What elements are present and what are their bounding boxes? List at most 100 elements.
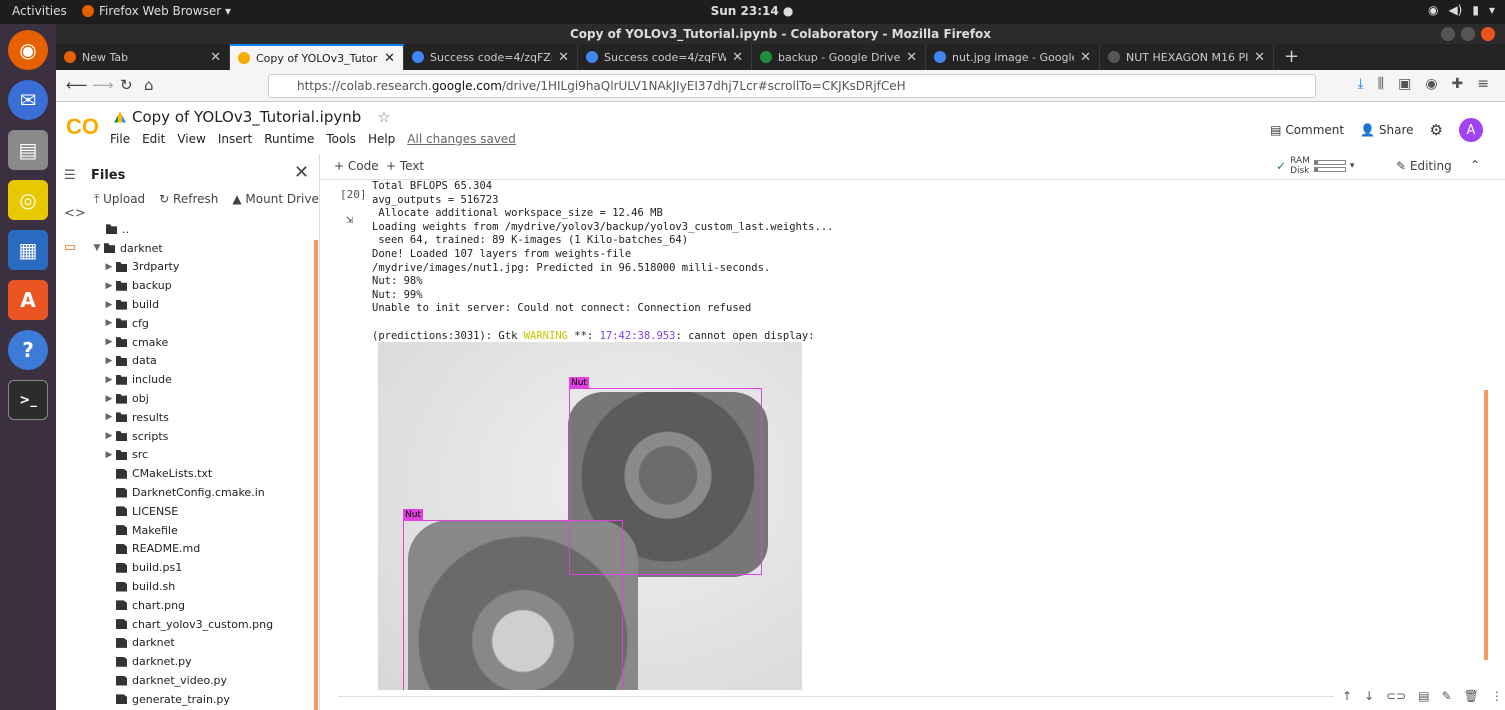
tab-nut-hexagon[interactable]: NUT HEXAGON M16 PITC✕ [1100,44,1274,70]
menu-icon[interactable]: ≡ [1477,76,1489,92]
folder-results[interactable]: ▶ results [86,408,316,427]
folder-darknet[interactable]: ▼ darknet [86,239,316,258]
upload-button[interactable]: ⤒ Upload [94,192,145,207]
add-text-button[interactable]: + Text [386,159,424,173]
extensions-icon[interactable]: ✚ [1452,76,1464,92]
software-dock-icon[interactable]: A [8,280,48,320]
writer-dock-icon[interactable]: ▦ [8,230,48,270]
close-tab-icon[interactable]: ✕ [1254,50,1265,65]
file-item[interactable]: DarknetConfig.cmake.in [86,483,316,502]
editing-mode-button[interactable]: ✎ Editing [1396,159,1452,173]
caret-right-icon[interactable]: ▶ [102,337,116,347]
menu-tools[interactable]: Tools [326,132,356,146]
move-up-icon[interactable]: ↑ [1342,689,1352,703]
folder-src[interactable]: ▶ src [86,446,316,465]
caret-right-icon[interactable]: ▶ [102,356,116,366]
file-item[interactable]: chart.png [86,596,316,615]
caret-right-icon[interactable]: ▶ [102,300,116,310]
folder-3rdparty[interactable]: ▶ 3rdparty [86,258,316,277]
close-window-button[interactable] [1481,27,1495,41]
avatar[interactable]: A [1459,118,1483,142]
close-tab-icon[interactable]: ✕ [558,50,569,65]
caret-right-icon[interactable]: ▶ [102,262,116,272]
notebook-title[interactable]: Copy of YOLOv3_Tutorial.ipynb ☆ [114,108,391,126]
resource-monitor[interactable]: ✓ RAM Disk ▾ [1276,156,1354,176]
notebook-scrollbar[interactable] [1484,390,1488,660]
file-item[interactable]: CMakeLists.txt [86,464,316,483]
files-dock-icon[interactable]: ▤ [8,130,48,170]
sidebar-icon[interactable]: ▣ [1398,76,1411,92]
menu-insert[interactable]: Insert [218,132,252,146]
download-icon[interactable]: ⤓ [1357,76,1363,92]
tab-new-tab[interactable]: New Tab ✕ [56,44,230,70]
mount-drive-button[interactable]: ▲ Mount Drive [232,192,318,207]
edit-icon[interactable]: ✎ [1442,689,1452,703]
library-icon[interactable]: ⫼ [1378,76,1384,92]
close-icon[interactable]: ✕ [294,162,309,183]
star-icon[interactable]: ☆ [377,108,390,126]
panel-scrollbar[interactable] [314,240,318,710]
menu-view[interactable]: View [177,132,205,146]
maximize-button[interactable] [1461,27,1475,41]
more-icon[interactable]: ⋮ [1491,689,1503,703]
file-item[interactable]: LICENSE [86,502,316,521]
folder-cmake[interactable]: ▶ cmake [86,333,316,352]
new-tab-button[interactable]: + [1274,44,1309,70]
move-down-icon[interactable]: ↓ [1364,689,1374,703]
code-snippets-icon[interactable]: <> [64,206,86,221]
help-dock-icon[interactable]: ? [8,330,48,370]
caret-right-icon[interactable]: ▶ [102,375,116,385]
caret-right-icon[interactable]: ▶ [102,394,116,404]
file-item[interactable]: darknet [86,634,316,653]
next-cell[interactable] [338,696,1488,710]
minimize-button[interactable] [1441,27,1455,41]
rhythmbox-dock-icon[interactable]: ◎ [8,180,48,220]
tab-colab-notebook[interactable]: Copy of YOLOv3_Tutoria ✕ [230,44,404,70]
colab-logo[interactable]: CO [66,114,99,140]
refresh-button[interactable]: ↻ Refresh [159,192,218,207]
caret-right-icon[interactable]: ▶ [102,281,116,291]
folder-cfg[interactable]: ▶ cfg [86,314,316,333]
comment-cell-icon[interactable]: ▤ [1418,689,1429,703]
menu-edit[interactable]: Edit [142,132,165,146]
chevron-down-icon[interactable]: ▾ [1350,161,1355,171]
forward-button[interactable]: ⟶ [92,76,114,94]
thunderbird-dock-icon[interactable]: ✉ [8,80,48,120]
close-tab-icon[interactable]: ✕ [732,50,743,65]
chevron-up-icon[interactable]: ⌃ [1470,158,1480,172]
file-item[interactable]: generate_train.py [86,690,316,709]
caret-right-icon[interactable]: ▶ [102,450,116,460]
tab-success-code-2[interactable]: Success code=4/zqFWSV✕ [578,44,752,70]
tab-image-search[interactable]: nut.jpg image - Google S✕ [926,44,1100,70]
output-actions-icon[interactable]: ⇲ [346,212,353,226]
terminal-dock-icon[interactable]: >_ [8,380,48,420]
caret-down-icon[interactable]: ▼ [90,243,104,253]
back-button[interactable]: ⟵ [66,76,88,94]
add-code-button[interactable]: + Code [334,159,379,173]
files-icon[interactable]: ▭ [64,240,76,255]
file-item[interactable]: darknet_video.py [86,671,316,690]
close-tab-icon[interactable]: ✕ [1080,50,1091,65]
settings-icon[interactable]: ⚙ [1430,121,1443,139]
caret-right-icon[interactable]: ▶ [102,431,116,441]
share-button[interactable]: 👤 Share [1360,123,1413,137]
close-tab-icon[interactable]: ✕ [384,51,395,66]
file-item[interactable]: build.ps1 [86,558,316,577]
parent-folder[interactable]: .. [86,220,316,239]
account-icon[interactable]: ◉ [1425,76,1437,92]
firefox-dock-icon[interactable]: ◉ [8,30,48,70]
url-bar[interactable]: https://colab.research.google.com/drive/… [268,74,1316,98]
home-button[interactable]: ⌂ [144,76,154,94]
clock[interactable]: Sun 23:14 ● [711,4,794,18]
close-tab-icon[interactable]: ✕ [906,50,917,65]
tab-google-drive[interactable]: backup - Google Drive ✕ [752,44,926,70]
tab-success-code-1[interactable]: Success code=4/zqFZrSE✕ [404,44,578,70]
reload-button[interactable]: ↻ [120,76,133,94]
caret-right-icon[interactable]: ▶ [102,318,116,328]
folder-data[interactable]: ▶ data [86,352,316,371]
folder-backup[interactable]: ▶ backup [86,276,316,295]
menu-file[interactable]: File [110,132,130,146]
caret-right-icon[interactable]: ▶ [102,412,116,422]
file-item[interactable]: build.sh [86,577,316,596]
folder-scripts[interactable]: ▶ scripts [86,427,316,446]
